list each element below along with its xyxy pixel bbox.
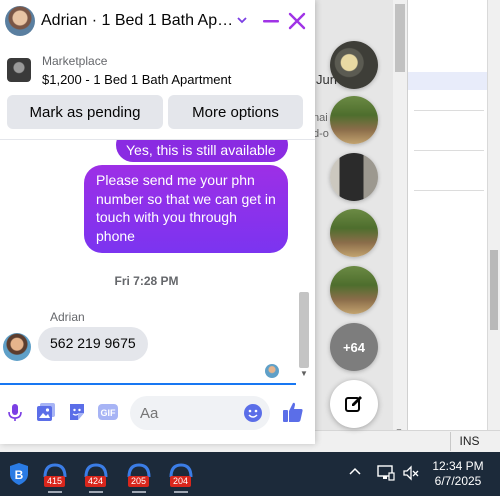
- chat-head[interactable]: [330, 209, 378, 257]
- listing-detail[interactable]: $1,200 - 1 Bed 1 Bath Apartment: [42, 72, 231, 87]
- clock[interactable]: 12:34 PM 6/7/2025: [428, 459, 488, 489]
- message-timestamp: Fri 7:28 PM: [114, 274, 179, 288]
- running-indicator: [48, 491, 62, 493]
- background-scrollbar[interactable]: ▼: [393, 0, 407, 440]
- notification-badge: 415: [44, 476, 66, 487]
- photo-icon[interactable]: [36, 402, 56, 422]
- background-text-fragment: nai: [313, 112, 328, 124]
- read-receipt-avatar: [265, 364, 279, 378]
- security-app-icon[interactable]: B: [0, 455, 38, 493]
- app-icon: [43, 463, 67, 478]
- svg-text:GIF: GIF: [101, 408, 117, 418]
- clock-date: 6/7/2025: [434, 474, 482, 488]
- taskbar-app-button[interactable]: 205: [120, 455, 158, 493]
- background-line: [414, 190, 484, 191]
- notification-badge: 205: [128, 476, 150, 487]
- running-indicator: [89, 491, 103, 493]
- taskbar: B 415 424 205 204 12:34 PM 6/7/2025: [0, 452, 500, 496]
- chat-head[interactable]: [330, 41, 378, 89]
- message-scrollbar-thumb[interactable]: [299, 292, 309, 368]
- microphone-icon[interactable]: [5, 402, 25, 422]
- close-icon[interactable]: [287, 10, 307, 32]
- background-line: [414, 150, 484, 151]
- background-text-fragment: d-o: [313, 128, 329, 140]
- message-list[interactable]: Yes, this is still available Please send…: [0, 140, 315, 383]
- more-chats-count: +64: [342, 339, 366, 355]
- gif-icon[interactable]: GIF: [97, 402, 119, 422]
- chat-header[interactable]: Adrian · 1 Bed 1 Bath Apart...: [0, 0, 315, 44]
- listing-source: Marketplace: [42, 54, 108, 68]
- background-line: [414, 110, 484, 111]
- scroll-down-arrow-icon[interactable]: ▼: [300, 369, 308, 378]
- sender-name: Adrian: [50, 310, 85, 324]
- taskbar-app-button[interactable]: 415: [36, 455, 74, 493]
- more-chats-button[interactable]: +64: [330, 323, 378, 371]
- chevron-up-icon[interactable]: [348, 465, 362, 479]
- incoming-message[interactable]: 562 219 9675: [38, 327, 148, 361]
- listing-thumbnail[interactable]: [7, 58, 31, 82]
- sticker-icon[interactable]: [67, 402, 87, 422]
- notification-badge: 424: [85, 476, 107, 487]
- app-icon: [169, 463, 193, 478]
- minimize-icon[interactable]: [262, 10, 280, 32]
- right-scrollbar-thumb[interactable]: [490, 250, 498, 330]
- compose-icon: [345, 396, 362, 412]
- sender-avatar[interactable]: [3, 333, 31, 361]
- message-scrollbar[interactable]: ▼: [299, 140, 311, 383]
- message-composer: GIF: [0, 385, 315, 444]
- marketplace-listing[interactable]: Marketplace $1,200 - 1 Bed 1 Bath Apartm…: [0, 44, 315, 140]
- emoji-icon[interactable]: [243, 403, 263, 423]
- background-scrollbar-thumb[interactable]: [395, 4, 405, 72]
- chat-title[interactable]: Adrian · 1 Bed 1 Bath Apart...: [41, 12, 236, 30]
- chat-head[interactable]: [330, 266, 378, 314]
- chevron-down-icon[interactable]: [236, 12, 250, 30]
- svg-text:B: B: [15, 468, 24, 482]
- app-icon: [127, 463, 151, 478]
- notification-badge: 204: [170, 476, 192, 487]
- mark-as-pending-button[interactable]: Mark as pending: [7, 95, 163, 129]
- like-icon[interactable]: [282, 401, 304, 423]
- running-indicator: [174, 491, 188, 493]
- display-icon[interactable]: [377, 464, 395, 482]
- right-scrollbar[interactable]: [487, 0, 500, 430]
- more-options-button[interactable]: More options: [168, 95, 303, 129]
- running-indicator: [132, 491, 146, 493]
- insert-mode-indicator: INS: [450, 432, 488, 451]
- outgoing-message[interactable]: Yes, this is still available: [116, 140, 288, 162]
- outgoing-message[interactable]: Please send me your phn number so that w…: [84, 165, 288, 253]
- background-highlight-row: [408, 72, 488, 90]
- chat-window: Adrian · 1 Bed 1 Bath Apart... Marketpla…: [0, 0, 315, 444]
- chat-head[interactable]: [330, 96, 378, 144]
- app-icon: [84, 463, 108, 478]
- taskbar-app-button[interactable]: 424: [77, 455, 115, 493]
- background-document: [407, 0, 488, 430]
- chat-head[interactable]: [330, 153, 378, 201]
- speaker-muted-icon[interactable]: [402, 464, 420, 482]
- new-message-button[interactable]: [330, 380, 378, 428]
- avatar[interactable]: [5, 6, 35, 36]
- taskbar-app-button[interactable]: 204: [162, 455, 200, 493]
- clock-time: 12:34 PM: [432, 459, 484, 473]
